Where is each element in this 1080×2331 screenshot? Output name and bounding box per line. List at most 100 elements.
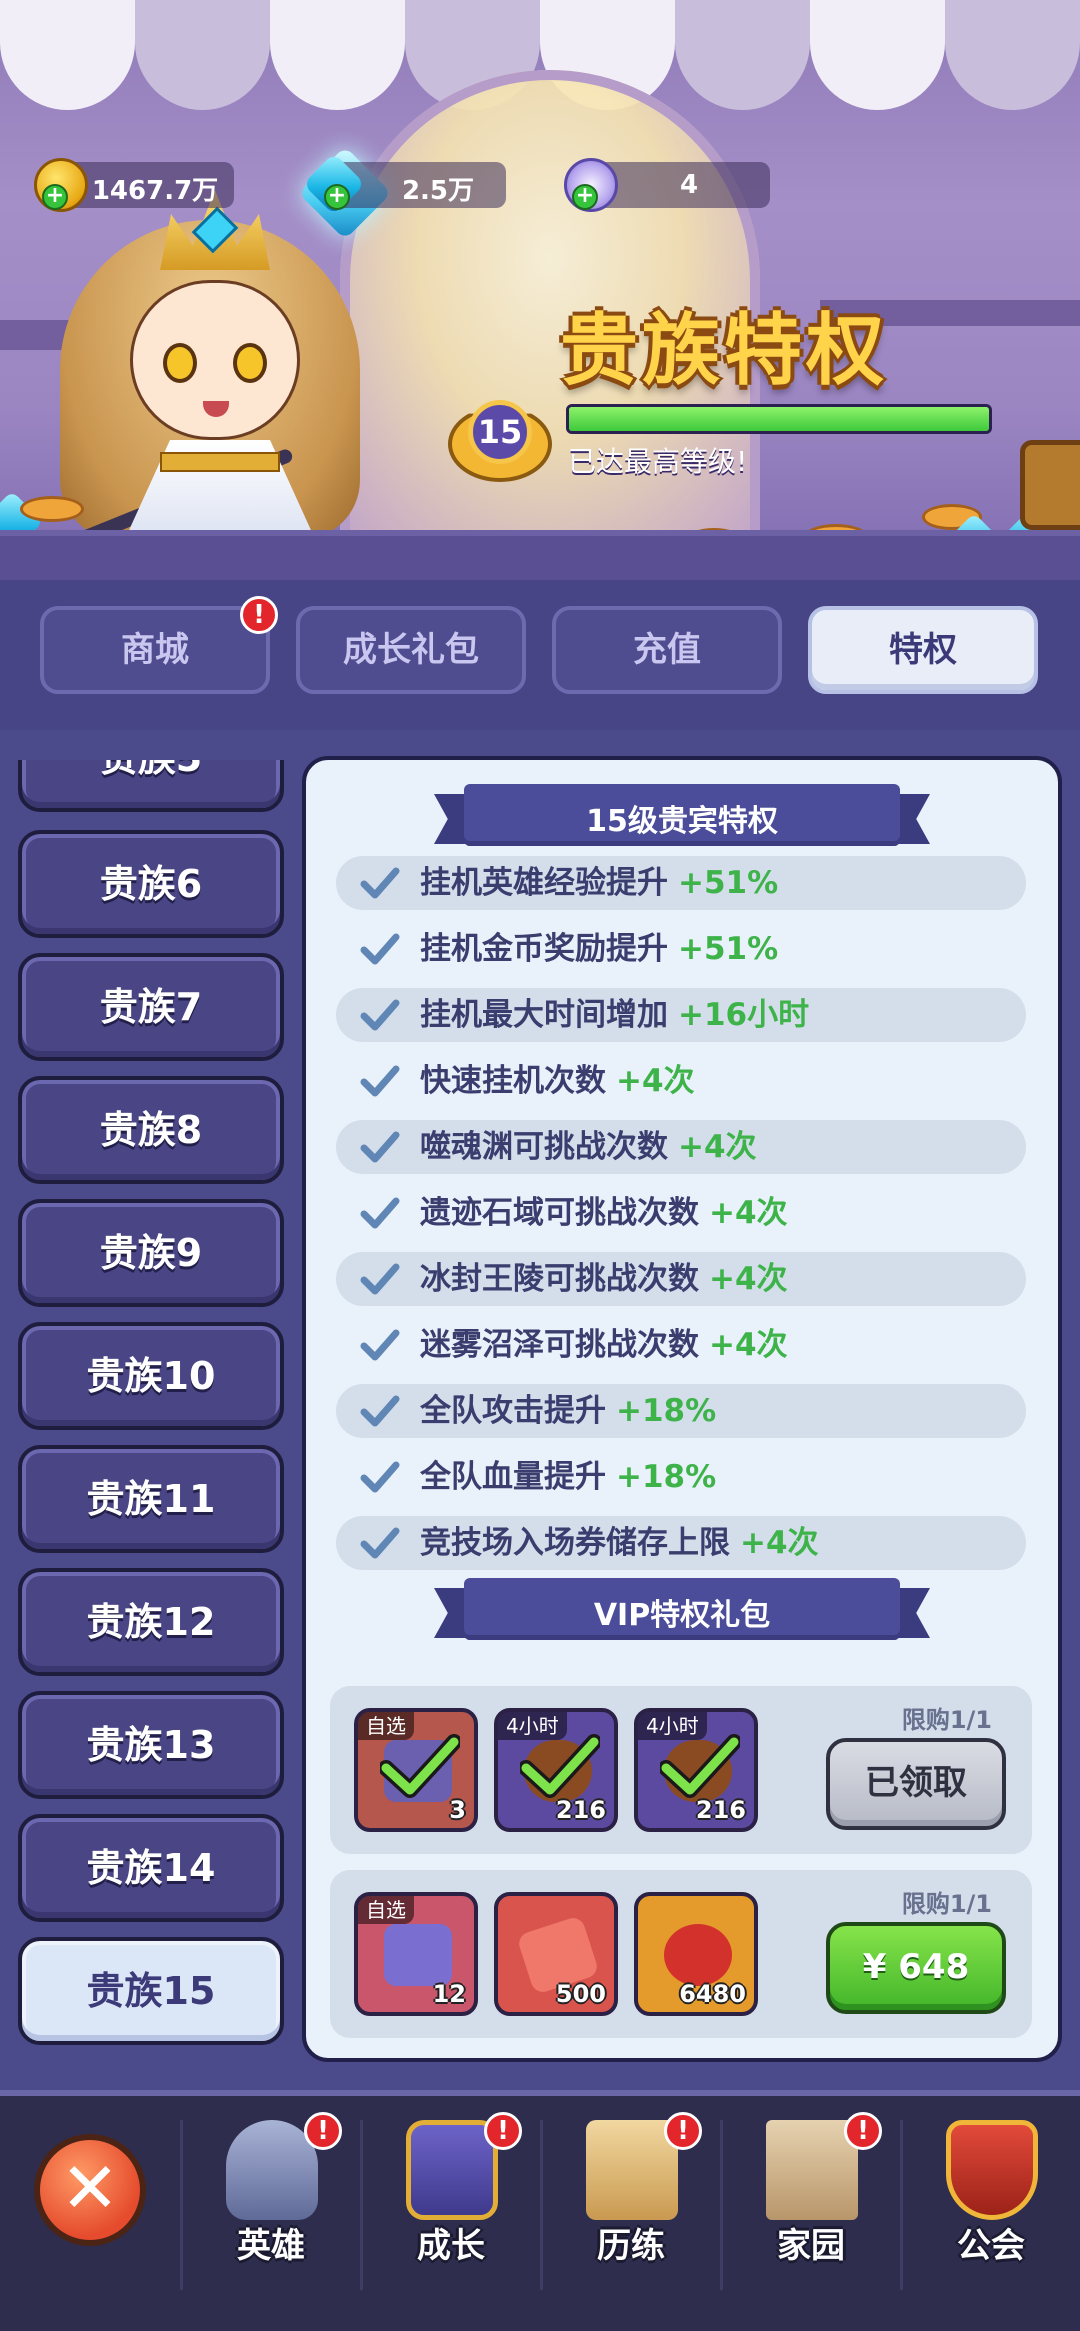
nav-label: 英雄 — [237, 2226, 305, 2266]
medal-counter[interactable]: + 4 — [564, 158, 770, 212]
sidebar-item-vip5[interactable]: 贵族5 — [18, 760, 284, 812]
item-tag: 4小时 — [498, 1712, 567, 1740]
item-tag: 4小时 — [638, 1712, 707, 1740]
privilege-text: 快速挂机次数 — [420, 1063, 606, 1099]
nav-guild[interactable]: 公会 — [916, 2120, 1066, 2310]
gem-amount: 2.5万 — [401, 176, 475, 206]
check-icon — [360, 1263, 400, 1295]
nav-heroes[interactable]: ! 英雄 — [196, 2112, 346, 2310]
alert-icon: ! — [484, 2112, 522, 2150]
purchase-limit: 限购1/1 — [901, 1706, 992, 1734]
max-level-text: 已达最高等级! — [568, 445, 748, 478]
privilege-item: 挂机最大时间增加 +16小时 — [336, 988, 1026, 1042]
sword-chest-icon — [384, 1924, 452, 1986]
item-quantity: 3 — [449, 1796, 466, 1824]
privilege-heading: 15级贵宾特权 — [586, 804, 778, 839]
nav-growth[interactable]: ! 成长 — [376, 2112, 526, 2310]
privilege-bonus: +4次 — [616, 1063, 695, 1099]
sidebar-item-vip15[interactable]: 贵族15 — [18, 1937, 284, 2045]
alert-icon: ! — [304, 2112, 342, 2150]
gift-item-gem-badge[interactable]: 6480 — [634, 1892, 758, 2016]
vip-level-list[interactable]: 贵族5 贵族6 贵族7 贵族8 贵族9 贵族10 贵族11 贵族12 贵族13 … — [0, 760, 300, 2050]
sidebar-item-vip6[interactable]: 贵族6 — [18, 830, 284, 938]
close-button[interactable]: ✕ — [34, 2134, 146, 2246]
privilege-text: 全队攻击提升 — [420, 1393, 606, 1429]
claimed-button[interactable]: 已领取 — [826, 1738, 1006, 1830]
nav-training[interactable]: ! 历练 — [556, 2112, 706, 2310]
claimed-check-icon — [520, 1734, 600, 1798]
sidebar-item-vip12[interactable]: 贵族12 — [18, 1568, 284, 1676]
vip-pack-heading: VIP特权礼包 — [593, 1598, 771, 1633]
item-quantity: 12 — [432, 1980, 466, 2008]
hero-portrait — [40, 190, 420, 550]
item-quantity: 6480 — [679, 1980, 746, 2008]
treasure-chest-icon — [1020, 440, 1080, 530]
nav-home[interactable]: ! 家园 — [736, 2112, 886, 2310]
privilege-item: 全队攻击提升 +18% — [336, 1384, 1026, 1438]
sidebar-item-vip14[interactable]: 贵族14 — [18, 1814, 284, 1922]
claimed-check-icon — [660, 1734, 740, 1798]
gold-counter[interactable]: + 1467.7万 — [34, 158, 234, 212]
privilege-text: 噬魂渊可挑战次数 — [420, 1129, 668, 1165]
sidebar-item-vip8[interactable]: 贵族8 — [18, 1076, 284, 1184]
tab-growth-pack[interactable]: 成长礼包 — [296, 606, 526, 694]
gift-item-coin-bag[interactable]: 4小时 216 — [634, 1708, 758, 1832]
claimed-check-icon — [380, 1734, 460, 1798]
privilege-text: 挂机英雄经验提升 — [420, 865, 668, 901]
vip-level-number: 15 — [468, 400, 532, 464]
sidebar-item-vip9[interactable]: 贵族9 — [18, 1199, 284, 1307]
gift-item-ticket[interactable]: 500 — [494, 1892, 618, 2016]
item-tag: 自选 — [358, 1712, 414, 1740]
guild-shield-icon — [946, 2120, 1038, 2220]
nav-label: 历练 — [597, 2226, 665, 2266]
privilege-heading-ribbon: 15级贵宾特权 — [434, 784, 930, 846]
privilege-bonus: +18% — [616, 1393, 717, 1429]
vip-level-badge: 15 — [448, 400, 552, 484]
nav-label: 成长 — [417, 2226, 485, 2266]
gift-item-sword-chest[interactable]: 自选 12 — [354, 1892, 478, 2016]
gift-item-coin-bag[interactable]: 4小时 216 — [494, 1708, 618, 1832]
privilege-bonus: +4次 — [740, 1525, 819, 1561]
check-icon — [360, 1131, 400, 1163]
tab-privilege[interactable]: 特权 — [808, 606, 1038, 694]
privilege-item: 噬魂渊可挑战次数 +4次 — [336, 1120, 1026, 1174]
sidebar-item-vip7[interactable]: 贵族7 — [18, 953, 284, 1061]
privilege-text: 挂机金币奖励提升 — [420, 931, 668, 967]
check-icon — [360, 999, 400, 1031]
privilege-item: 竞技场入场券储存上限 +4次 — [336, 1516, 1026, 1570]
gem-badge-icon — [664, 1924, 732, 1986]
tab-recharge[interactable]: 充值 — [552, 606, 782, 694]
check-icon — [360, 1395, 400, 1427]
privilege-panel: 15级贵宾特权 挂机英雄经验提升 +51% 挂机金币奖励提升 +51% 挂机最大时间增加… — [302, 756, 1062, 2062]
vip-progress-fill — [569, 407, 989, 431]
sidebar-item-vip13[interactable]: 贵族13 — [18, 1691, 284, 1799]
check-icon — [360, 1329, 400, 1361]
vip-progress-bar — [566, 404, 992, 434]
nav-label: 家园 — [777, 2226, 845, 2266]
gem-counter[interactable]: + 2.5万 — [302, 152, 506, 216]
sidebar-item-vip10[interactable]: 贵族10 — [18, 1322, 284, 1430]
purchase-limit: 限购1/1 — [901, 1890, 992, 1918]
privilege-text: 冰封王陵可挑战次数 — [420, 1261, 699, 1297]
alert-icon: ! — [664, 2112, 702, 2150]
privilege-item: 快速挂机次数 +4次 — [336, 1054, 1026, 1108]
medal-amount: 4 — [679, 170, 699, 200]
check-icon — [360, 933, 400, 965]
check-icon — [360, 1461, 400, 1493]
privilege-text: 遗迹石域可挑战次数 — [420, 1195, 699, 1231]
gold-amount: 1467.7万 — [91, 176, 219, 206]
tab-mall[interactable]: 商城 — [40, 606, 270, 694]
privilege-item: 挂机英雄经验提升 +51% — [336, 856, 1026, 910]
nav-label: 公会 — [957, 2226, 1025, 2266]
privilege-bonus: +4次 — [709, 1261, 788, 1297]
privilege-item: 冰封王陵可挑战次数 +4次 — [336, 1252, 1026, 1306]
alert-icon: ! — [844, 2112, 882, 2150]
gift-item-chest[interactable]: 自选 3 — [354, 1708, 478, 1832]
sidebar-item-vip11[interactable]: 贵族11 — [18, 1445, 284, 1553]
privilege-text: 挂机最大时间增加 — [420, 997, 668, 1033]
buy-button[interactable]: ¥ 648 — [826, 1922, 1006, 2014]
privilege-text: 竞技场入场券储存上限 — [420, 1525, 730, 1561]
check-icon — [360, 1197, 400, 1229]
item-quantity: 216 — [555, 1796, 606, 1824]
check-icon — [360, 867, 400, 899]
